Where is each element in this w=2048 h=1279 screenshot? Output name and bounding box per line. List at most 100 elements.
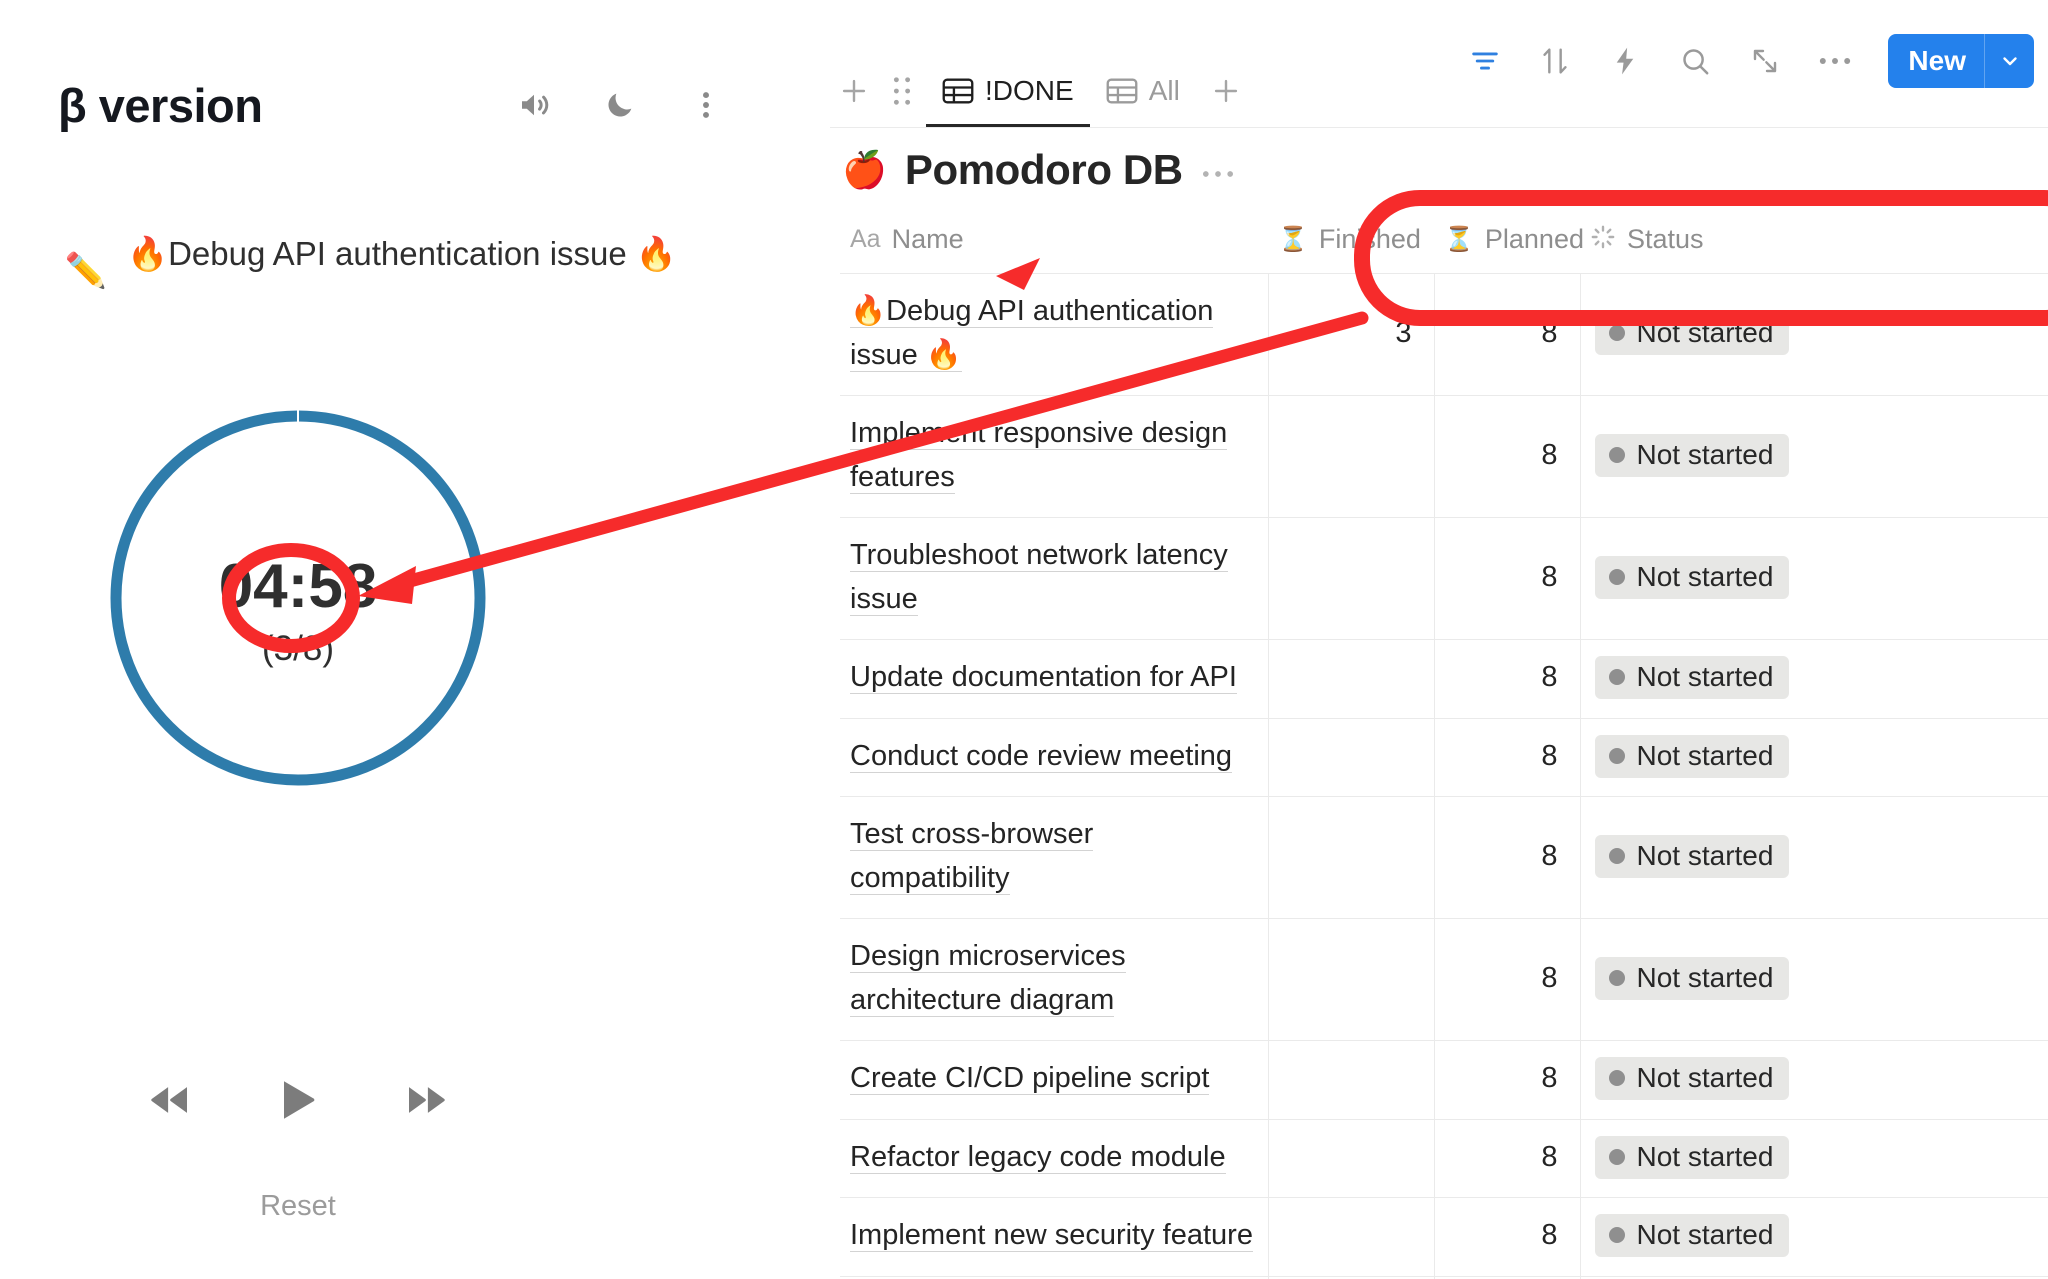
cell-name[interactable]: Test cross-browser compatibility: [840, 796, 1268, 919]
more-vertical-icon[interactable]: [686, 85, 726, 125]
cell-planned[interactable]: 8: [1433, 1040, 1580, 1119]
table-row[interactable]: Implement new security feature 8 Not sta…: [840, 1197, 2048, 1276]
add-tab-icon[interactable]: [1202, 61, 1250, 121]
app-header: β version: [0, 60, 740, 150]
table-row[interactable]: Test cross-browser compatibility 8 Not s…: [840, 796, 2048, 919]
cell-planned[interactable]: 8: [1433, 796, 1580, 919]
table-row[interactable]: Design microservices architecture diagra…: [840, 918, 2048, 1041]
cell-planned[interactable]: 8: [1433, 1118, 1580, 1198]
cell-planned[interactable]: 8: [1433, 639, 1580, 718]
reset-button[interactable]: Reset: [104, 1190, 492, 1223]
filter-icon[interactable]: [1462, 38, 1508, 84]
column-header-planned[interactable]: ⏳ Planned: [1434, 214, 1584, 274]
cell-status[interactable]: Not started: [1579, 273, 2048, 396]
cell-finished[interactable]: [1267, 1040, 1434, 1119]
cell-status[interactable]: Not started: [1579, 717, 2048, 797]
cell-finished[interactable]: [1267, 639, 1434, 718]
row-title-link[interactable]: Implement responsive design features: [850, 417, 1228, 494]
rewind-icon[interactable]: [145, 1078, 195, 1122]
table-row[interactable]: Troubleshoot network latency issue 8 Not…: [840, 517, 2048, 640]
cell-finished[interactable]: [1267, 918, 1434, 1041]
row-title-link[interactable]: Create CI/CD pipeline script: [850, 1062, 1210, 1095]
row-title-link[interactable]: Update documentation for API: [850, 661, 1237, 694]
drag-handle-icon[interactable]: [878, 61, 926, 121]
cell-finished[interactable]: [1267, 796, 1434, 919]
cell-name[interactable]: Update documentation for API: [840, 639, 1268, 718]
cell-finished[interactable]: [1267, 517, 1434, 640]
cell-status[interactable]: Not started: [1579, 517, 2048, 640]
table-row[interactable]: 🔥Debug API authentication issue 🔥 3 8 No…: [840, 273, 2048, 396]
cell-status[interactable]: Not started: [1579, 639, 2048, 718]
cell-finished[interactable]: 3: [1267, 273, 1434, 396]
tab-all[interactable]: All: [1090, 54, 1196, 128]
chevron-down-icon[interactable]: [1984, 34, 2034, 88]
column-header-finished[interactable]: ⏳ Finished: [1268, 214, 1434, 274]
cell-name[interactable]: Refactor legacy code module: [840, 1118, 1268, 1198]
cell-status[interactable]: Not started: [1579, 1118, 2048, 1198]
status-badge: Not started: [1594, 556, 1790, 599]
status-dot-icon: [1608, 747, 1625, 764]
table-row[interactable]: Conduct code review meeting 8 Not starte…: [840, 717, 2048, 797]
new-button[interactable]: New: [1888, 34, 2034, 88]
cell-name[interactable]: Implement responsive design features: [840, 395, 1268, 518]
status-badge: Not started: [1594, 434, 1790, 477]
cell-finished[interactable]: [1267, 395, 1434, 518]
cell-planned[interactable]: 8: [1433, 517, 1580, 640]
table-row[interactable]: Update documentation for API 8 Not start…: [840, 639, 2048, 718]
table-row[interactable]: Implement responsive design features 8 N…: [840, 395, 2048, 518]
status-label: Not started: [1636, 439, 1774, 470]
cell-name[interactable]: Conduct code review meeting: [840, 717, 1268, 797]
timer-time: 04:58: [218, 552, 378, 621]
cell-status[interactable]: Not started: [1579, 918, 2048, 1041]
row-title-link[interactable]: Refactor legacy code module: [850, 1140, 1226, 1174]
current-task-title: 🔥Debug API authentication issue 🔥: [127, 235, 677, 272]
cell-status[interactable]: Not started: [1579, 1040, 2048, 1119]
cell-finished[interactable]: [1267, 717, 1434, 797]
column-header-status[interactable]: Status: [1580, 214, 2048, 274]
play-icon[interactable]: [273, 1078, 323, 1122]
view-tabs: !DONE All: [830, 54, 1250, 128]
cell-planned[interactable]: 8: [1433, 395, 1580, 518]
lightning-icon[interactable]: [1602, 38, 1648, 84]
table-row[interactable]: Refactor legacy code module 8 Not starte…: [840, 1118, 2048, 1198]
speaker-icon[interactable]: [514, 85, 554, 125]
edit-task-icon[interactable]: ✏️: [58, 254, 114, 288]
timer-session-count: (3/8): [262, 629, 334, 669]
cell-finished[interactable]: [1267, 1118, 1434, 1198]
cell-planned[interactable]: 8: [1433, 273, 1580, 396]
database-menu-icon[interactable]: [1201, 160, 1235, 180]
cell-name[interactable]: 🔥Debug API authentication issue 🔥: [840, 273, 1268, 396]
cell-planned[interactable]: 8: [1433, 1197, 1580, 1276]
cell-finished[interactable]: [1267, 1197, 1434, 1276]
more-horizontal-icon[interactable]: [1812, 38, 1858, 84]
row-title-link[interactable]: Test cross-browser compatibility: [850, 818, 1094, 895]
header-icon-group: [514, 85, 726, 125]
sort-icon[interactable]: [1532, 38, 1578, 84]
status-badge: Not started: [1594, 1214, 1790, 1258]
tab-done[interactable]: !DONE: [926, 54, 1090, 128]
row-title-link[interactable]: Design microservices architecture diagra…: [850, 940, 1126, 1017]
row-title-link[interactable]: 🔥Debug API authentication issue 🔥: [850, 295, 1214, 372]
cell-planned[interactable]: 8: [1433, 717, 1580, 797]
cell-planned[interactable]: 8: [1433, 918, 1580, 1041]
status-label: Not started: [1636, 561, 1774, 592]
column-header-name[interactable]: Aa Name: [840, 214, 1268, 274]
cell-status[interactable]: Not started: [1579, 1197, 2048, 1276]
cell-status[interactable]: Not started: [1579, 395, 2048, 518]
moon-icon[interactable]: [600, 85, 640, 125]
column-header-status-label: Status: [1627, 224, 1704, 254]
cell-name[interactable]: Design microservices architecture diagra…: [840, 918, 1268, 1041]
row-title-link[interactable]: Troubleshoot network latency issue: [850, 539, 1228, 616]
search-icon[interactable]: [1672, 38, 1718, 84]
fast-forward-icon[interactable]: [401, 1078, 451, 1122]
cell-name[interactable]: Troubleshoot network latency issue: [840, 517, 1268, 640]
row-title-link[interactable]: Conduct code review meeting: [850, 739, 1233, 773]
expand-icon[interactable]: [1742, 38, 1788, 84]
row-title-link[interactable]: Implement new security feature: [850, 1219, 1253, 1252]
cell-name[interactable]: Create CI/CD pipeline script: [840, 1040, 1268, 1119]
table-row[interactable]: Create CI/CD pipeline script 8 Not start…: [840, 1040, 2048, 1119]
cell-name[interactable]: Implement new security feature: [840, 1197, 1268, 1276]
cell-status[interactable]: Not started: [1579, 796, 2048, 919]
add-view-icon[interactable]: [830, 61, 878, 121]
status-dot-icon: [1608, 970, 1625, 986]
